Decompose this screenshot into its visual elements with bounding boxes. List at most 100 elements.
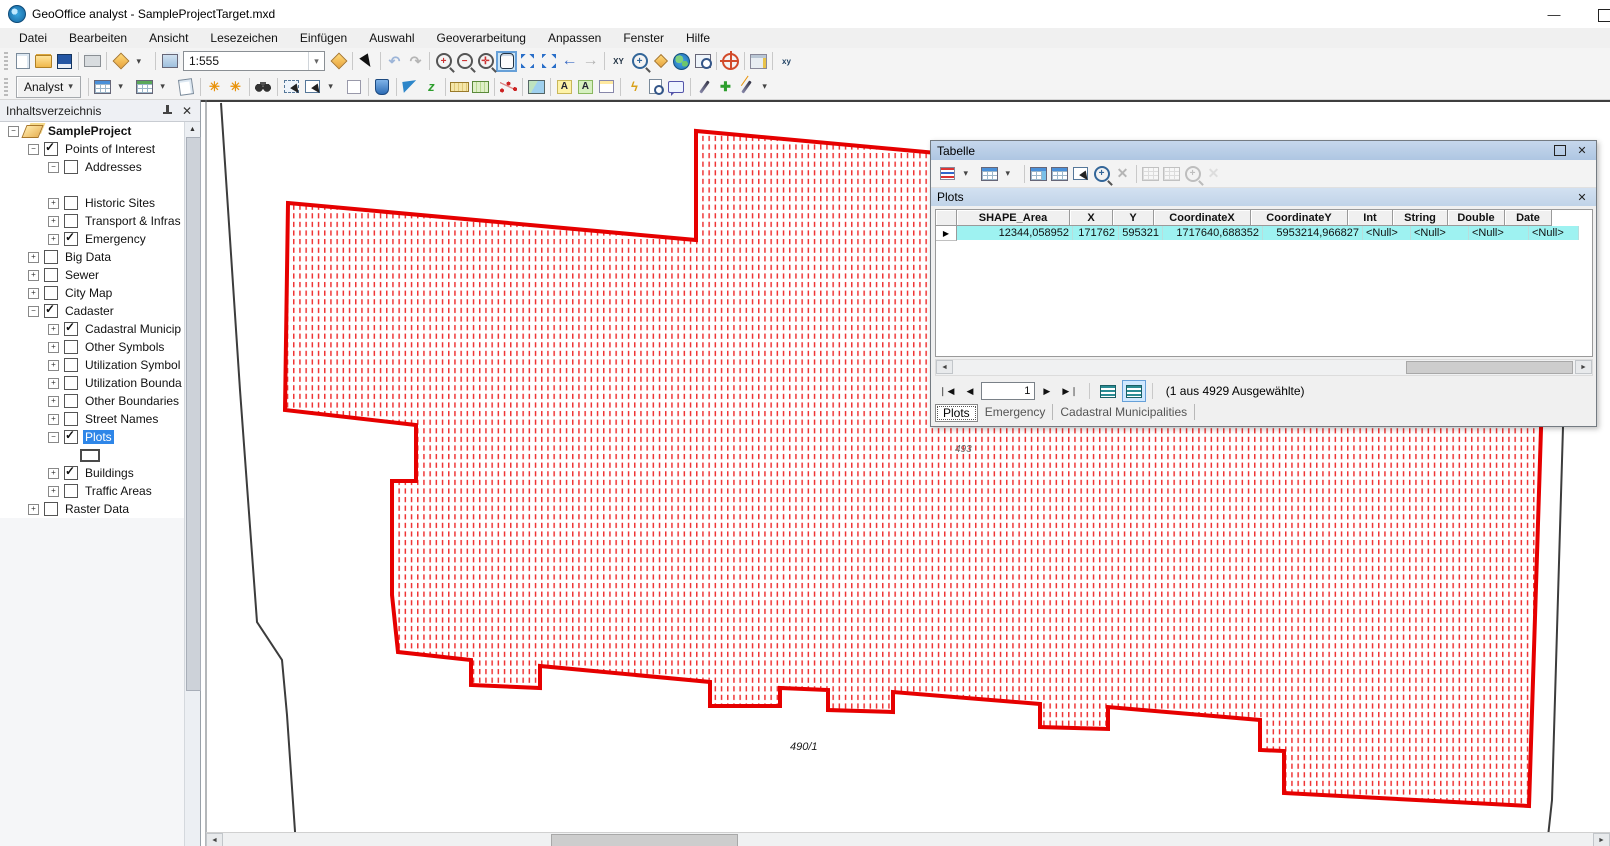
layer-item-emergency[interactable]: +Emergency [0,230,184,248]
label-a-green-icon[interactable]: A [575,76,596,97]
fixed-zoom-out-icon[interactable] [538,51,559,72]
layer-visibility-checkbox[interactable] [64,430,78,444]
menu-ansicht[interactable]: Ansicht [138,29,199,47]
globe-icon[interactable] [671,51,692,72]
layer-visibility-checkbox[interactable] [64,322,78,336]
toolbar-grip[interactable] [4,52,8,70]
layer-label[interactable]: Sewer [63,268,101,282]
layer-visibility-checkbox[interactable] [64,214,78,228]
cell-date[interactable]: <Null> [1529,226,1579,240]
sidebar-scrollbar-thumb[interactable] [186,137,201,691]
menu-einfgen[interactable]: Einfügen [289,29,358,47]
layer-item-cadaster[interactable]: − Cadaster [0,302,184,320]
table-window-titlebar[interactable]: Tabelle ✕ [931,141,1596,160]
redo-icon[interactable]: ↷ [405,51,426,72]
document-search-icon[interactable] [645,76,666,97]
expand-icon[interactable]: + [28,504,39,515]
expand-icon[interactable]: + [48,396,59,407]
select-tool-icon[interactable] [302,76,323,97]
layer-visibility-checkbox[interactable] [64,466,78,480]
layer-item-trafficareas[interactable]: +Traffic Areas [0,482,184,500]
pan-hand-icon[interactable] [496,51,517,72]
measure-icon[interactable] [449,76,470,97]
layer-visibility-checkbox[interactable] [64,160,78,174]
table-close-icon[interactable]: ✕ [1574,144,1590,157]
layer-item-pointsofinterest[interactable]: −Points of Interest [0,140,184,158]
expand-icon[interactable]: + [48,234,59,245]
pen-icon[interactable] [694,76,715,97]
select-features-icon[interactable] [281,76,302,97]
table-horizontal-scrollbar[interactable]: ◄ ► [935,359,1593,376]
menu-geoverarbeitung[interactable]: Geoverarbeitung [426,29,537,47]
sidebar-scrollbar[interactable]: ▲ [184,122,200,846]
expand-icon[interactable]: + [48,378,59,389]
related-tables-icon[interactable] [979,163,1000,184]
layer-item-streetnames[interactable]: +Street Names [0,410,184,428]
toolbar-overflow-icon[interactable]: ▾ [757,76,778,97]
layer-visibility-checkbox[interactable] [64,232,78,246]
undo-icon[interactable]: ↶ [384,51,405,72]
layer-item-bigdata[interactable]: +Big Data [0,248,184,266]
menu-bearbeiten[interactable]: Bearbeiten [58,29,138,47]
layer-label[interactable]: Big Data [63,250,113,264]
column-header-y[interactable]: Y [1113,210,1154,226]
flash-icon[interactable]: ϟ [624,76,645,97]
layer-visibility-checkbox[interactable] [44,304,58,318]
cell-shape_area[interactable]: 12344,058952 [957,226,1073,240]
xy-info-icon[interactable]: xy [776,51,797,72]
layer-item-historicsites[interactable]: +Historic Sites [0,194,184,212]
menu-datei[interactable]: Datei [8,29,58,47]
collapse-icon[interactable]: − [48,432,59,443]
expand-icon[interactable]: + [48,414,59,425]
expand-icon[interactable]: + [48,468,59,479]
layer-item-sampleproject[interactable]: −SampleProject [0,122,184,140]
column-header-int[interactable]: Int [1348,210,1393,226]
layer-label[interactable]: Other Boundaries [83,394,181,408]
layer-item-buildings[interactable]: +Buildings [0,464,184,482]
magnifier-window-icon[interactable]: + [629,51,650,72]
expand-icon[interactable]: + [48,486,59,497]
layer-diamond-icon[interactable] [328,51,349,72]
layer-visibility-checkbox[interactable] [64,376,78,390]
z-values-icon[interactable]: z [421,76,442,97]
cell-x[interactable]: 171762 [1073,226,1119,240]
identify-table-dropdown-icon[interactable]: ▾ [113,76,134,97]
add-data-icon[interactable] [110,51,131,72]
table-tab-emergency[interactable]: Emergency [978,404,1054,420]
map-scroll-left-icon[interactable]: ◄ [206,833,223,846]
clear-selection-icon[interactable]: ✕ [1112,163,1133,184]
toolbar-grip[interactable] [4,78,8,96]
filter-icon[interactable] [344,76,365,97]
table-scroll-left-icon[interactable]: ◄ [936,360,953,374]
plots-symbol-swatch[interactable] [80,449,100,462]
column-header-string[interactable]: String [1393,210,1448,226]
layer-label[interactable]: Plots [83,430,114,444]
restore-button[interactable] [1598,9,1610,22]
expand-icon[interactable]: + [48,324,59,335]
cell-int[interactable]: <Null> [1363,226,1411,240]
show-selected-records-button[interactable] [1123,381,1145,401]
layer-label[interactable]: Transport & Infras [83,214,183,228]
select-related-icon[interactable] [1028,163,1049,184]
menu-fenster[interactable]: Fenster [612,29,675,47]
add-data-dropdown-icon[interactable]: ▾ [131,51,152,72]
cell-coordinatex[interactable]: 1717640,688352 [1163,226,1263,240]
menu-anpassen[interactable]: Anpassen [537,29,612,47]
select-cursor-icon[interactable] [356,51,377,72]
edit-table-icon[interactable] [134,76,155,97]
column-header-date[interactable]: Date [1505,210,1552,226]
print-icon[interactable] [82,51,103,72]
layer-label[interactable]: Cadaster [63,304,116,318]
layer-label[interactable]: Addresses [83,160,144,174]
edit-table-dropdown-icon[interactable]: ▾ [155,76,176,97]
layer-label[interactable]: Other Symbols [83,340,166,354]
table-layer-close-icon[interactable]: ✕ [1574,191,1590,204]
scale-combo[interactable]: 1:555▾ [183,51,325,71]
collapse-icon[interactable]: − [28,306,39,317]
add-point-star2-icon[interactable]: ✳ [225,76,246,97]
zoom-in-icon[interactable]: + [433,51,454,72]
layer-visibility-checkbox[interactable] [44,286,58,300]
scale-ruler-icon[interactable] [470,76,491,97]
pen-star-icon[interactable] [736,76,757,97]
map-scrollbar-thumb[interactable] [551,834,738,846]
